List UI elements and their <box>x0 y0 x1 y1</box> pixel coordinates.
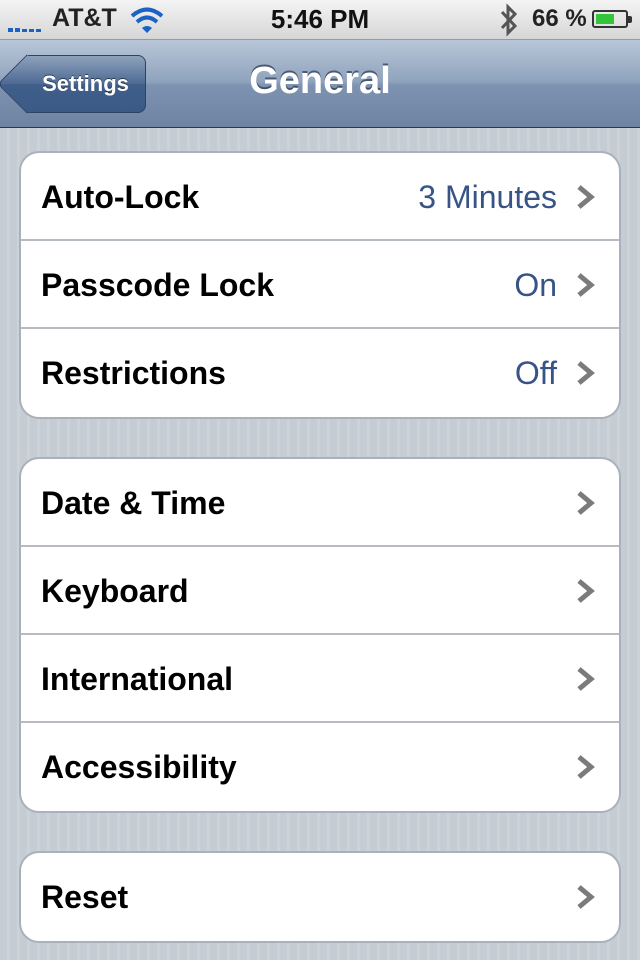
navigation-bar: Settings General <box>0 40 640 128</box>
row-value: 3 Minutes <box>418 179 557 215</box>
reset-row[interactable]: Reset <box>21 853 619 941</box>
chevron-right-icon <box>577 579 595 603</box>
chevron-right-icon <box>577 273 595 297</box>
back-button-label: Settings <box>42 71 129 96</box>
chevron-right-icon <box>577 361 595 385</box>
row-label: International <box>41 661 234 697</box>
status-bar: AT&T 5:46 PM 66 % <box>0 0 640 40</box>
date-time-row[interactable]: Date & Time <box>21 459 619 547</box>
settings-group-lock: Auto-Lock 3 Minutes Passcode Lock On Res… <box>19 151 621 419</box>
row-label: Restrictions <box>41 355 226 391</box>
row-label: Date & Time <box>41 485 226 521</box>
international-row[interactable]: International <box>21 635 619 723</box>
passcode-lock-row[interactable]: Passcode Lock On <box>21 241 619 329</box>
bluetooth-icon <box>500 3 518 37</box>
row-label: Auto-Lock <box>41 179 200 215</box>
chevron-right-icon <box>577 185 595 209</box>
settings-back-button[interactable]: Settings <box>26 55 146 113</box>
row-value: Off <box>514 355 557 391</box>
battery-fill <box>596 14 614 24</box>
chevron-right-icon <box>577 491 595 515</box>
battery-icon <box>592 10 632 28</box>
chevron-right-icon <box>577 885 595 909</box>
row-label: Reset <box>41 879 129 915</box>
row-label: Accessibility <box>41 749 237 785</box>
settings-group-general: Date & Time Keyboard International Acces… <box>19 457 621 813</box>
restrictions-row[interactable]: Restrictions Off <box>21 329 619 417</box>
settings-group-reset: Reset <box>19 851 621 943</box>
battery-percent: 66 % <box>532 5 587 32</box>
row-label: Keyboard <box>41 573 189 609</box>
auto-lock-row[interactable]: Auto-Lock 3 Minutes <box>21 153 619 241</box>
chevron-right-icon <box>577 667 595 691</box>
keyboard-row[interactable]: Keyboard <box>21 547 619 635</box>
row-label: Passcode Lock <box>41 267 274 303</box>
accessibility-row[interactable]: Accessibility <box>21 723 619 811</box>
row-value: On <box>514 267 557 303</box>
chevron-right-icon <box>577 755 595 779</box>
